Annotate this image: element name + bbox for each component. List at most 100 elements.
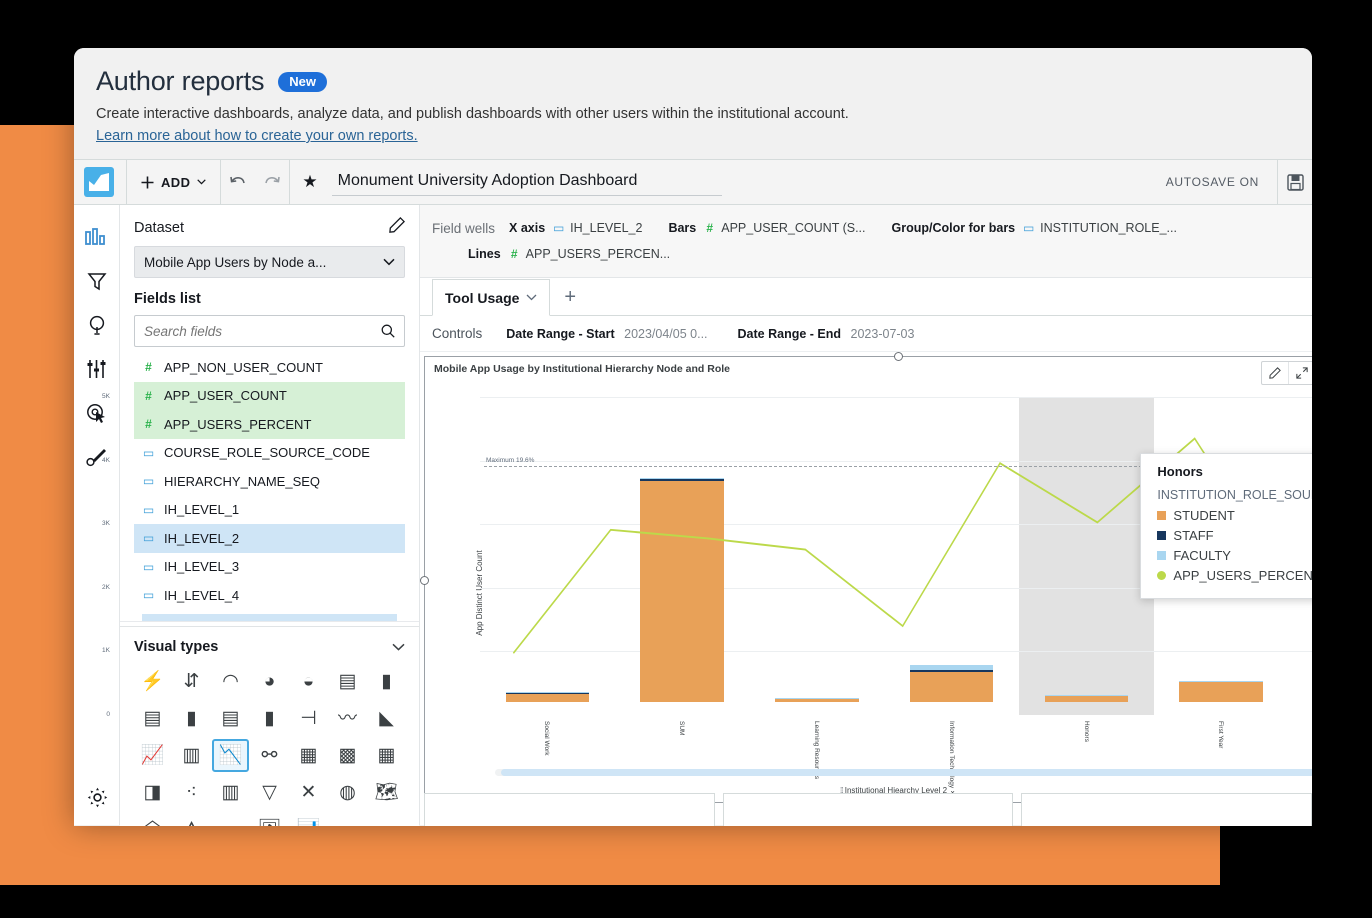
search-fields-box[interactable] <box>134 315 405 347</box>
dataset-select[interactable]: Mobile App Users by Node a... <box>134 246 405 278</box>
field-item[interactable]: ▭ HIERARCHY_NAME_SEQ <box>134 467 405 496</box>
well-lines[interactable]: Lines # APP_USERS_PERCEN... <box>468 247 670 261</box>
combo-area-line-icon[interactable]: 📉 <box>212 738 249 772</box>
stacked-hbar-icon[interactable]: ▤ <box>134 702 171 735</box>
learn-more-link[interactable]: Learn more about how to create your own … <box>96 128 418 144</box>
chart-horizontal-scrollbar[interactable] <box>495 769 1312 776</box>
clustered-vbar-icon[interactable]: ▮ <box>251 702 288 735</box>
field-item[interactable]: ▭ COURSE_ROLE_SOURCE_CODE <box>134 439 405 468</box>
tab-tool-usage[interactable]: Tool Usage <box>432 279 551 316</box>
box-plot-icon[interactable]: ⚯ <box>251 739 288 772</box>
image-icon[interactable]: 🖼 <box>251 813 288 827</box>
pie-icon[interactable]: ◒ <box>290 665 327 698</box>
expand-icon[interactable] <box>1289 362 1312 384</box>
add-sheet-button[interactable]: + <box>550 286 590 309</box>
field-item[interactable]: # APP_USER_COUNT <box>134 381 405 410</box>
bar-segment[interactable] <box>640 478 724 480</box>
sparkline-icon[interactable]: 📈 <box>134 739 171 772</box>
bar-segment[interactable] <box>1179 682 1264 702</box>
visual-wrap: Mobile App Usage by Institutional Hierar… <box>102 352 1312 826</box>
rail-item-parameters[interactable] <box>78 347 116 391</box>
table-icon[interactable]: ▦ <box>368 739 405 772</box>
gauge-icon[interactable]: ◠ <box>212 665 249 698</box>
field-item[interactable]: # APP_USERS_PERCENT <box>134 410 405 439</box>
treemap-icon[interactable]: ◨ <box>134 776 171 809</box>
save-icon[interactable] <box>1278 159 1312 205</box>
pie-radial-icon[interactable]: ◍ <box>329 776 366 809</box>
bar-segment[interactable] <box>1179 680 1264 682</box>
bar-segment[interactable] <box>909 669 994 673</box>
rail-item-filter[interactable] <box>78 259 116 303</box>
analytics-logo-icon[interactable] <box>84 167 114 197</box>
rail-item-insights[interactable] <box>78 303 116 347</box>
field-item[interactable]: ▭ IH_LEVEL_4 <box>134 581 405 610</box>
radar-icon[interactable]: ⬠ <box>134 813 171 827</box>
bar-segment[interactable] <box>909 664 994 670</box>
well-x-axis[interactable]: X axis ▭ IH_LEVEL_2 <box>509 221 642 235</box>
stacked-vbar-icon[interactable]: ▮ <box>173 702 210 735</box>
donut-icon[interactable]: ◕ <box>251 665 288 698</box>
undo-icon[interactable] <box>221 159 255 205</box>
field-item[interactable]: # APP_NON_USER_COUNT <box>134 353 405 382</box>
rail-item-visualize[interactable] <box>78 215 116 259</box>
field-item[interactable]: ▭ IH_LEVEL_2 <box>134 524 405 553</box>
well-bars[interactable]: Bars # APP_USER_COUNT (S... <box>668 221 865 235</box>
bar-segment[interactable] <box>1044 694 1129 696</box>
visual-placeholder[interactable] <box>722 793 1014 826</box>
visual-container[interactable]: Mobile App Usage by Institutional Hierar… <box>102 352 1312 807</box>
area-icon[interactable]: ◣ <box>368 702 405 735</box>
pivot-table-icon[interactable]: ▩ <box>329 739 366 772</box>
bar-segment[interactable] <box>505 692 590 694</box>
control-date-range-end[interactable]: Date Range - End 2023-07-03 <box>738 327 915 341</box>
waterfall-icon[interactable]: ⊣ <box>290 702 327 735</box>
visual-placeholder[interactable] <box>1021 793 1312 826</box>
histogram-icon[interactable]: ▥ <box>212 776 249 809</box>
redo-icon[interactable] <box>255 159 289 205</box>
hbar-100-icon[interactable]: ▤ <box>212 702 249 735</box>
gear-icon[interactable] <box>78 775 116 819</box>
geospatial-map-icon[interactable]: 🗺 <box>368 776 405 809</box>
bar-segment[interactable] <box>640 480 724 702</box>
bar-segment[interactable] <box>505 693 590 702</box>
bar-segment[interactable] <box>909 672 994 702</box>
resize-handle-top[interactable] <box>894 352 903 361</box>
field-item[interactable]: ▭ IH_LEVEL_3 <box>134 553 405 582</box>
dashboard-name-input[interactable]: Monument University Adoption Dashboard <box>331 168 722 196</box>
autograph-icon[interactable]: ⚡ <box>134 665 171 698</box>
combo-bar-line-icon[interactable]: ▥ <box>173 739 210 772</box>
control-date-range-start[interactable]: Date Range - Start 2023/04/05 0... <box>506 327 707 341</box>
search-icon <box>381 324 395 338</box>
field-item[interactable]: ▭ IH_LEVEL_1 <box>134 496 405 525</box>
search-input[interactable] <box>144 323 360 339</box>
sankey-icon[interactable]: ✕ <box>290 776 327 809</box>
custom-visual-icon[interactable]: 📊 <box>290 813 327 827</box>
well-pill: # APP_USERS_PERCEN... <box>508 247 670 261</box>
word-cloud-icon[interactable]: 🜂 <box>173 813 210 827</box>
y-tick-label: 4K <box>102 456 110 464</box>
heatmap-icon[interactable]: ▦ <box>290 739 327 772</box>
tooltip-header: INSTITUTION_ROLE_SOURCE_CODE APP_USER_CO… <box>1157 488 1312 502</box>
field-label: APP_USER_COUNT <box>164 388 287 404</box>
visual-placeholder[interactable] <box>424 793 715 826</box>
tooltip-row-label: FACULTY <box>1173 548 1231 563</box>
funnel-icon[interactable]: ▽ <box>251 776 288 809</box>
chevron-down-icon[interactable] <box>392 643 405 651</box>
pencil-icon[interactable] <box>389 216 406 238</box>
horizontal-bar-icon[interactable]: ▤ <box>329 665 366 698</box>
add-button[interactable]: ADD <box>127 159 220 205</box>
pencil-icon[interactable] <box>1262 362 1289 384</box>
visual-types-header[interactable]: Visual types <box>134 639 405 655</box>
scatter-plot-icon[interactable]: ⁖ <box>173 776 210 809</box>
kpi-icon[interactable]: ⇵ <box>173 665 210 698</box>
line-icon[interactable]: 〰 <box>329 702 366 735</box>
bar-segment[interactable] <box>775 699 859 702</box>
bar-segment[interactable] <box>1044 696 1129 702</box>
cloud-icon[interactable]: ☁ <box>212 813 249 827</box>
well-group-color[interactable]: Group/Color for bars ▭ INSTITUTION_ROLE_.… <box>892 221 1177 235</box>
y-axis-label[interactable]: App Distinct User Count <box>475 550 484 635</box>
star-icon[interactable]: ★ <box>302 172 317 192</box>
bar-segment[interactable] <box>775 697 859 699</box>
scrollbar-thumb[interactable] <box>501 769 1312 776</box>
vertical-bar-icon[interactable]: ▮ <box>368 665 405 698</box>
bar-segment[interactable] <box>640 479 724 481</box>
